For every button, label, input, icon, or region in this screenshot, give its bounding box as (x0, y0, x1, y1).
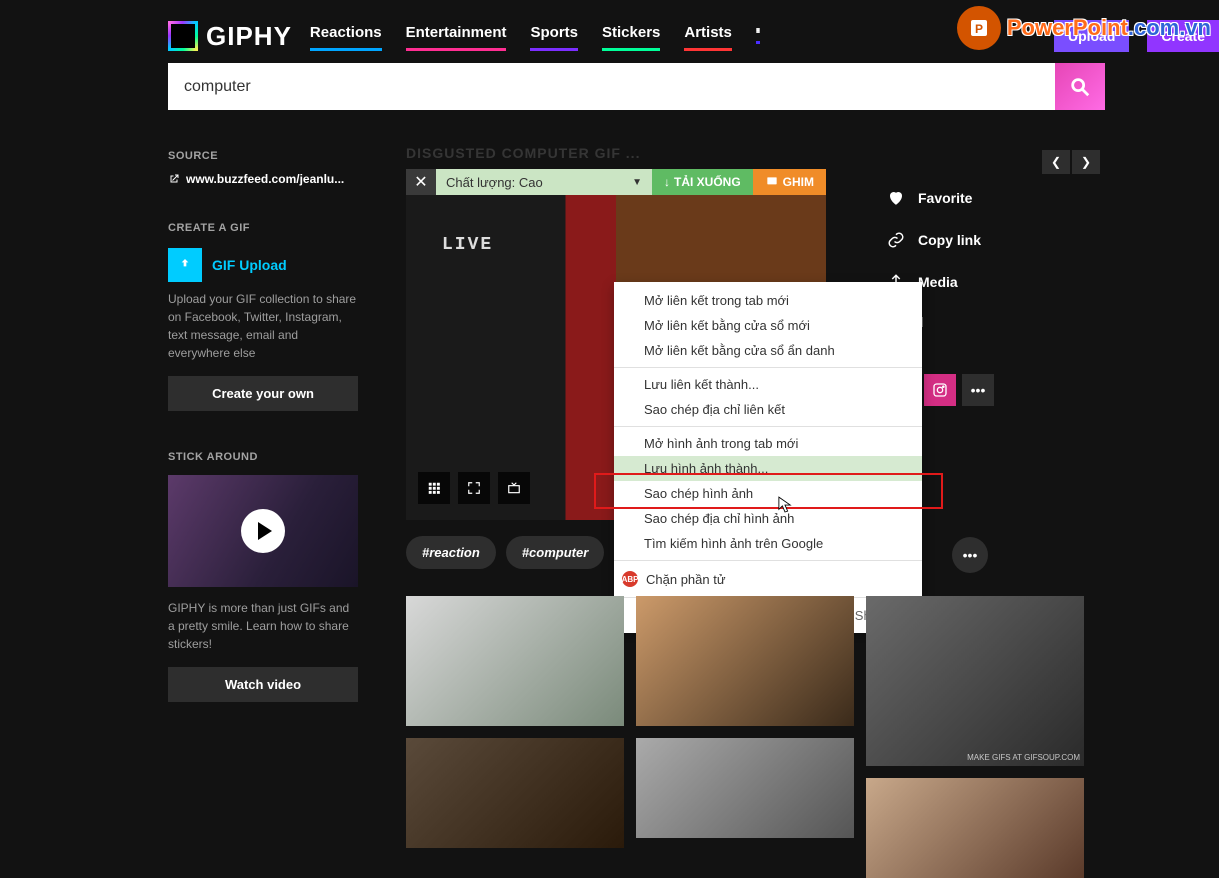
tag-more-button[interactable]: ••• (952, 537, 988, 573)
pin-button[interactable]: GHIM (753, 169, 826, 195)
ctx-open-image-new-tab[interactable]: Mở hình ảnh trong tab mới (614, 431, 922, 456)
context-menu: Mở liên kết trong tab mới Mở liên kết bằ… (614, 282, 922, 633)
sidebar: SOURCE www.buzzfeed.com/jeanlu... CREATE… (168, 150, 358, 742)
search-icon (1069, 76, 1091, 98)
grid-view-icon[interactable] (418, 472, 450, 504)
search-input[interactable] (168, 63, 1055, 110)
download-button[interactable]: ↓ TẢI XUỐNG (652, 169, 753, 195)
ctx-copy-image-address[interactable]: Sao chép địa chỉ hình ảnh (614, 506, 922, 531)
gif-title: DISGUSTED COMPUTER GIF ... (406, 145, 926, 161)
search-button[interactable] (1055, 63, 1105, 110)
toolbar-close-button[interactable]: ✕ (406, 169, 436, 195)
tags-row: #reaction #computer (406, 536, 604, 569)
source-title: SOURCE (168, 150, 358, 162)
gif-upload-link[interactable]: GIF Upload (168, 248, 358, 282)
tag-reaction[interactable]: #reaction (406, 536, 496, 569)
powerpoint-icon: P (957, 6, 1001, 50)
prev-button[interactable]: ❮ (1042, 150, 1070, 174)
ctx-save-image-as[interactable]: Lưu hình ảnh thành... (614, 456, 922, 481)
nav-stickers[interactable]: Stickers (602, 24, 660, 49)
download-icon: ↓ (664, 175, 670, 189)
logo-text: GIPHY (206, 21, 292, 52)
related-grid: MAKE GIFS AT GIFSOUP.COM (406, 596, 1084, 878)
related-thumb[interactable] (866, 778, 1084, 878)
nav-reactions[interactable]: Reactions (310, 24, 382, 49)
stick-around-title: STICK AROUND (168, 451, 358, 463)
share-more-button[interactable]: ••• (962, 374, 994, 406)
pin-icon (765, 175, 779, 189)
logo[interactable]: GIPHY (168, 21, 292, 52)
nav-more-icon[interactable] (756, 28, 760, 44)
related-thumb[interactable] (406, 738, 624, 848)
ctx-search-image-google[interactable]: Tìm kiếm hình ảnh trên Google (614, 531, 922, 556)
related-thumb[interactable] (406, 596, 624, 726)
upload-file-icon (168, 248, 202, 282)
favorite-action[interactable]: Favorite (886, 188, 1086, 208)
tag-computer[interactable]: #computer (506, 536, 604, 569)
related-thumb[interactable] (636, 596, 854, 726)
quality-dropdown[interactable]: Chất lượng: Cao ▼ (436, 169, 652, 195)
ctx-copy-link-address[interactable]: Sao chép địa chỉ liên kết (614, 397, 922, 422)
tv-icon[interactable] (498, 472, 530, 504)
stick-video-thumb[interactable] (168, 475, 358, 587)
create-own-button[interactable]: Create your own (168, 376, 358, 411)
watch-video-button[interactable]: Watch video (168, 667, 358, 702)
external-link-icon (168, 173, 180, 185)
next-button[interactable]: ❯ (1072, 150, 1100, 174)
chevron-left-icon: ❮ (1051, 155, 1061, 169)
related-thumb[interactable]: MAKE GIFS AT GIFSOUP.COM (866, 596, 1084, 766)
stick-description: GIPHY is more than just GIFs and a prett… (168, 599, 358, 653)
ctx-open-link-new-window[interactable]: Mở liên kết bằng cửa sổ mới (614, 313, 922, 338)
heart-icon (886, 188, 906, 208)
ctx-save-link-as[interactable]: Lưu liên kết thành... (614, 372, 922, 397)
chevron-down-icon: ▼ (632, 177, 642, 188)
svg-text:P: P (975, 22, 983, 36)
search-bar (168, 63, 1105, 110)
nav: Reactions Entertainment Sports Stickers … (310, 24, 760, 49)
download-toolbar: ✕ Chất lượng: Cao ▼ ↓ TẢI XUỐNG GHIM (406, 169, 826, 195)
create-gif-title: CREATE A GIF (168, 222, 358, 234)
watermark: P PowerPoint.com.vn (957, 6, 1211, 50)
abp-icon: ABP (622, 571, 638, 587)
dots-icon: ••• (971, 382, 986, 398)
nav-sports[interactable]: Sports (530, 24, 578, 49)
logo-icon (168, 21, 198, 51)
dots-icon: ••• (963, 547, 978, 563)
live-badge: LIVE (442, 235, 493, 255)
upload-description: Upload your GIF collection to share on F… (168, 290, 358, 362)
instagram-button[interactable] (924, 374, 956, 406)
related-thumb[interactable] (636, 738, 854, 838)
ctx-open-link-new-tab[interactable]: Mở liên kết trong tab mới (614, 288, 922, 313)
nav-artists[interactable]: Artists (684, 24, 732, 49)
ctx-open-link-incognito[interactable]: Mở liên kết bằng cửa sổ ẩn danh (614, 338, 922, 363)
play-icon (241, 509, 285, 553)
copy-link-action[interactable]: Copy link (886, 230, 1086, 250)
link-icon (886, 230, 906, 250)
pagination-arrows: ❮ ❯ (1042, 150, 1100, 174)
ctx-block-element[interactable]: ABP Chặn phần tử (614, 565, 922, 593)
ctx-copy-image[interactable]: Sao chép hình ảnh (614, 481, 922, 506)
source-link[interactable]: www.buzzfeed.com/jeanlu... (168, 172, 358, 186)
chevron-right-icon: ❯ (1081, 155, 1091, 169)
nav-entertainment[interactable]: Entertainment (406, 24, 507, 49)
fullscreen-icon[interactable] (458, 472, 490, 504)
